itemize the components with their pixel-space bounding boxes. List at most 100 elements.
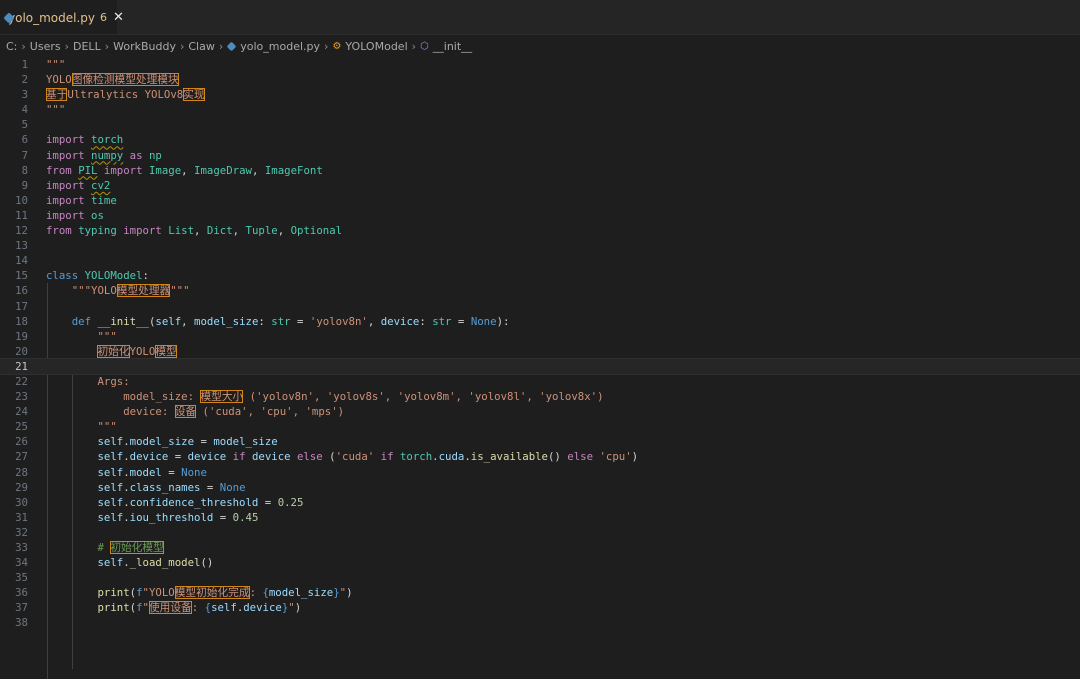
code-line[interactable]: 22 Args: bbox=[0, 374, 1080, 389]
code-line[interactable]: 8 from PIL import Image, ImageDraw, Image… bbox=[0, 163, 1080, 178]
code-line[interactable]: 13 bbox=[0, 238, 1080, 253]
code-token: 基于 bbox=[46, 88, 68, 102]
tab-yolo-model-py[interactable]: yolo_model.py 6 ✕ bbox=[0, 0, 124, 34]
breadcrumb-users[interactable]: Users bbox=[30, 40, 61, 53]
code-text: class YOLOModel: bbox=[46, 269, 149, 282]
code-token: ('yolov8n', 'yolov8s', 'yolov8m', 'yolov… bbox=[243, 390, 604, 404]
code-token: 使用设备 bbox=[148, 601, 192, 615]
close-icon[interactable]: ✕ bbox=[113, 10, 124, 25]
code-token: from bbox=[46, 224, 79, 238]
code-token: 模型大小 bbox=[200, 390, 244, 404]
code-line[interactable]: 25 """ bbox=[0, 419, 1080, 434]
code-text: def __init__(self, model_size: str = 'yo… bbox=[46, 314, 510, 328]
code-token: self bbox=[97, 450, 124, 464]
code-line[interactable]: 7 import numpy as np bbox=[0, 148, 1080, 163]
code-token: : bbox=[191, 601, 205, 615]
code-text: """ bbox=[46, 330, 116, 343]
breadcrumb-claw[interactable]: Claw bbox=[188, 40, 214, 53]
line-number: 27 bbox=[15, 450, 28, 464]
code-line[interactable]: 12 from typing import List, Dict, Tuple, … bbox=[0, 223, 1080, 238]
code-line[interactable]: 37 print(f"使用设备: {self.device}") bbox=[0, 600, 1080, 615]
code-token: self bbox=[97, 495, 124, 509]
code-text: # 初始化模型 bbox=[46, 541, 164, 554]
code-line[interactable]: 1 """ bbox=[0, 57, 1080, 72]
code-line[interactable]: 29 self.class_names = None bbox=[0, 480, 1080, 495]
breadcrumb-file[interactable]: yolo_model.py bbox=[240, 40, 320, 53]
code-token: # bbox=[97, 541, 111, 554]
code-line[interactable]: 23 model_size: 模型大小 ('yolov8n', 'yolov8s… bbox=[0, 389, 1080, 404]
code-token: self bbox=[97, 510, 124, 524]
editor-tab-bar: yolo_model.py 6 ✕ bbox=[0, 0, 1080, 35]
code-text: import numpy as np bbox=[46, 149, 162, 162]
code-token: None bbox=[219, 480, 246, 494]
code-line[interactable]: 17 bbox=[0, 299, 1080, 314]
code-line[interactable]: 19 """ bbox=[0, 329, 1080, 344]
breadcrumb-drive[interactable]: C: bbox=[6, 40, 17, 53]
code-token: typing bbox=[78, 224, 117, 238]
code-token: iou_threshold bbox=[129, 510, 214, 524]
code-line[interactable]: 3 基于Ultralytics YOLOv8实现 bbox=[0, 87, 1080, 102]
code-line[interactable]: 14 bbox=[0, 253, 1080, 268]
code-text: model_size: 模型大小 ('yolov8n', 'yolov8s', … bbox=[46, 390, 604, 404]
code-line[interactable]: 11 import os bbox=[0, 208, 1080, 223]
code-line[interactable]: 38 bbox=[0, 615, 1080, 630]
code-line[interactable]: 5 bbox=[0, 117, 1080, 132]
code-line[interactable]: 10 import time bbox=[0, 193, 1080, 208]
code-line[interactable]: 31 self.iou_threshold = 0.45 bbox=[0, 510, 1080, 525]
code-token: YOLOModel bbox=[84, 269, 143, 283]
code-line[interactable]: 21 bbox=[0, 357, 1080, 375]
code-token: Dict bbox=[206, 224, 233, 238]
code-token: device bbox=[251, 450, 291, 464]
code-line[interactable]: 33 # 初始化模型 bbox=[0, 540, 1080, 555]
code-line[interactable]: 27 self.device = device if device else (… bbox=[0, 449, 1080, 464]
code-token: model_size bbox=[129, 435, 195, 449]
code-line[interactable]: 36 print(f"YOLO模型初始化完成: {model_size}") bbox=[0, 585, 1080, 600]
code-token: Image bbox=[148, 163, 182, 177]
code-line[interactable]: 6 import torch bbox=[0, 132, 1080, 147]
code-line[interactable]: 9 import cv2 bbox=[0, 178, 1080, 193]
breadcrumb-dell[interactable]: DELL bbox=[73, 40, 101, 53]
breadcrumb-workbuddy[interactable]: WorkBuddy bbox=[113, 40, 176, 53]
code-line[interactable]: 18 def __init__(self, model_size: str = … bbox=[0, 314, 1080, 329]
code-token: ): bbox=[496, 314, 510, 328]
breadcrumb-method[interactable]: __init__ bbox=[433, 40, 472, 53]
code-token: () bbox=[548, 450, 561, 464]
line-number: 12 bbox=[15, 224, 28, 238]
line-number: 26 bbox=[15, 435, 28, 449]
code-line[interactable]: 4 """ bbox=[0, 102, 1080, 117]
code-line[interactable]: 32 bbox=[0, 525, 1080, 540]
code-line[interactable]: 35 bbox=[0, 570, 1080, 585]
code-token: = bbox=[290, 314, 310, 328]
code-token: """ bbox=[170, 284, 190, 298]
line-number: 34 bbox=[15, 556, 28, 570]
code-line[interactable]: 28 self.model = None bbox=[0, 465, 1080, 480]
code-line[interactable]: 30 self.confidence_threshold = 0.25 bbox=[0, 495, 1080, 510]
code-token: """ bbox=[97, 420, 117, 434]
code-token: ) bbox=[346, 586, 353, 600]
code-line[interactable]: 16 """YOLO模型处理器""" bbox=[0, 283, 1080, 298]
code-token: : bbox=[249, 586, 263, 600]
tab-filename[interactable]: yolo_model.py bbox=[8, 11, 95, 25]
breadcrumb-class[interactable]: YOLOModel bbox=[345, 40, 407, 53]
code-token: () bbox=[200, 556, 214, 570]
code-line[interactable]: 26 self.model_size = model_size bbox=[0, 434, 1080, 449]
code-token: 图像检测模型处理模块 bbox=[71, 73, 179, 87]
code-token: = bbox=[213, 510, 233, 524]
line-number: 11 bbox=[15, 208, 28, 222]
code-token: print bbox=[97, 586, 130, 600]
code-line[interactable]: 2 YOLO图像检测模型处理模块 bbox=[0, 72, 1080, 87]
code-token: , bbox=[367, 314, 381, 328]
code-line[interactable]: 34 self._load_model() bbox=[0, 555, 1080, 570]
code-line[interactable]: 24 device: 设备 ('cuda', 'cpu', 'mps') bbox=[0, 404, 1080, 419]
code-line[interactable]: 15 class YOLOModel: bbox=[0, 268, 1080, 283]
code-token: Ultralytics YOLOv8 bbox=[67, 88, 184, 102]
line-number: 23 bbox=[15, 390, 28, 404]
code-line[interactable]: 20 初始化YOLO模型 bbox=[0, 344, 1080, 359]
code-token: import bbox=[116, 224, 169, 238]
code-editor[interactable]: 1 """ 2 YOLO图像检测模型处理模块 3 基于Ultralytics YOLOv8… bbox=[0, 57, 1080, 679]
code-token: None bbox=[181, 465, 207, 479]
code-text: import time bbox=[46, 194, 117, 207]
